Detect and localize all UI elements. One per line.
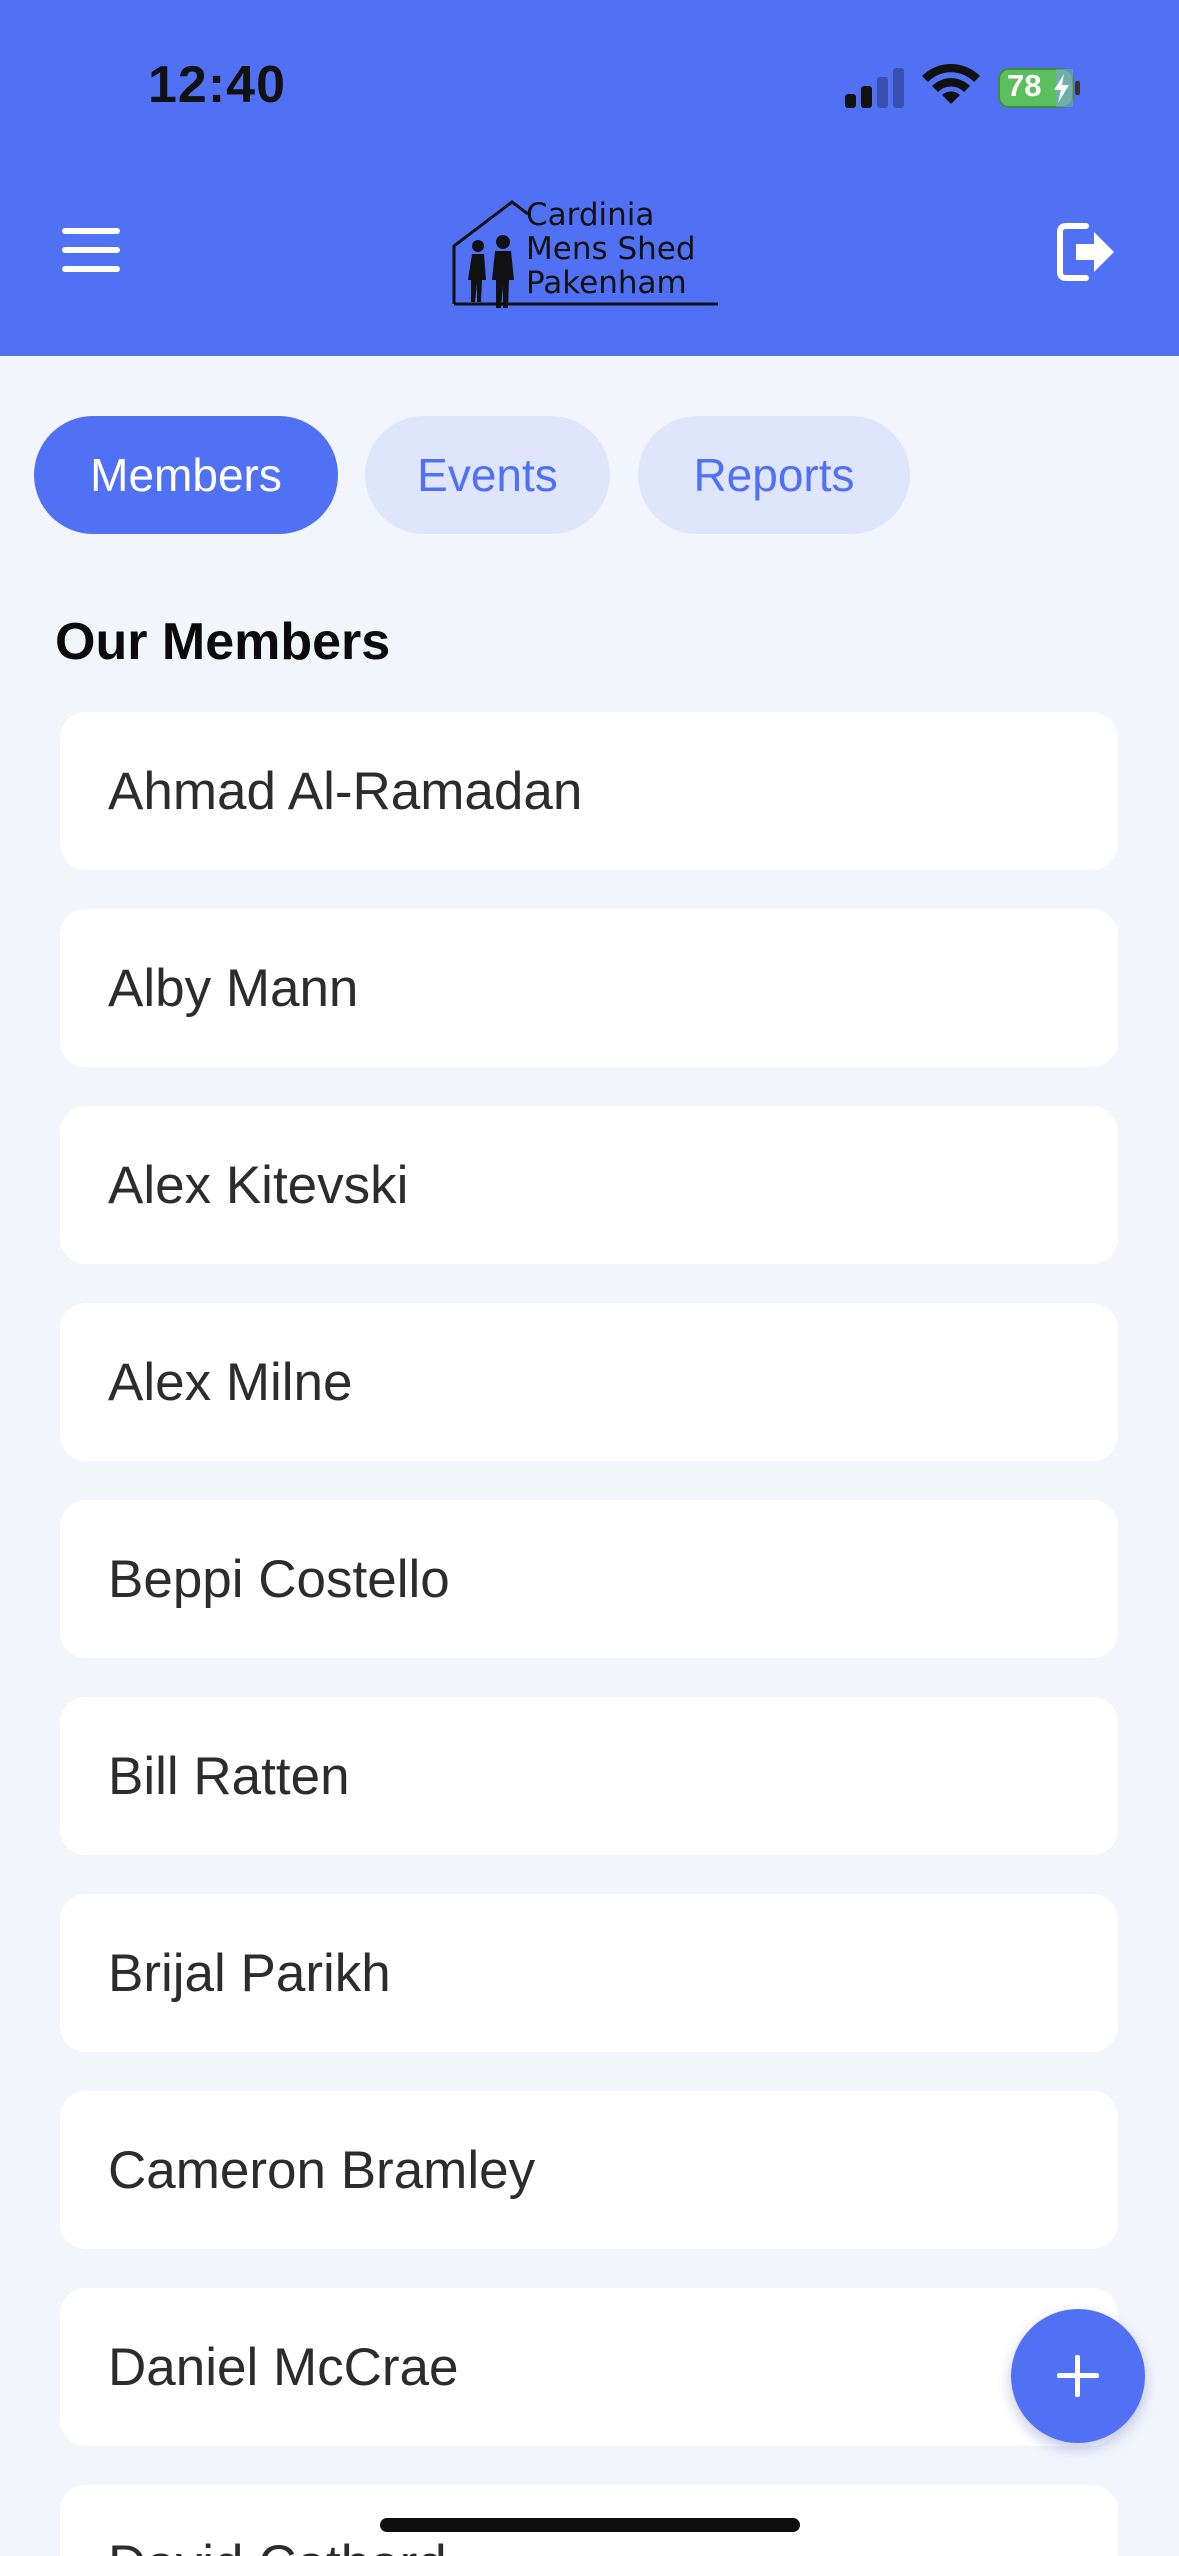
logo-line-2: Mens Shed xyxy=(526,231,696,267)
logout-icon[interactable] xyxy=(1056,220,1118,284)
wifi-icon xyxy=(922,64,980,104)
section-title: Our Members xyxy=(55,613,391,671)
tab-events[interactable]: Events xyxy=(365,416,610,534)
add-member-button[interactable] xyxy=(1011,2309,1145,2443)
member-item[interactable]: Beppi Costello xyxy=(60,1500,1118,1658)
tab-reports[interactable]: Reports xyxy=(638,416,910,534)
member-item[interactable]: Alex Milne xyxy=(60,1303,1118,1461)
member-item[interactable]: Bill Ratten xyxy=(60,1697,1118,1855)
logo-line-3: Pakenham xyxy=(526,265,687,301)
club-logo: Cardinia Mens Shed Pakenham xyxy=(450,196,728,322)
member-item[interactable]: Daniel McCrae xyxy=(60,2288,1118,2446)
signal-icon xyxy=(845,68,904,108)
member-item[interactable]: Brijal Parikh xyxy=(60,1894,1118,2052)
battery-level: 78 xyxy=(1007,68,1042,103)
status-time: 12:40 xyxy=(148,56,286,114)
app-screen: 12:40 78 Cardinia Mens Shed Pakenham Mem… xyxy=(0,0,1179,2556)
logo-line-1: Cardinia xyxy=(526,197,655,233)
tab-members[interactable]: Members xyxy=(34,416,338,534)
member-item[interactable]: Ahmad Al-Ramadan xyxy=(60,712,1118,870)
hamburger-menu-icon[interactable] xyxy=(62,228,124,276)
member-item[interactable]: Alex Kitevski xyxy=(60,1106,1118,1264)
app-header: 12:40 78 Cardinia Mens Shed Pakenham xyxy=(0,0,1179,356)
member-item[interactable]: Cameron Bramley xyxy=(60,2091,1118,2249)
home-indicator xyxy=(380,2518,800,2532)
member-item[interactable]: Alby Mann xyxy=(60,909,1118,1067)
